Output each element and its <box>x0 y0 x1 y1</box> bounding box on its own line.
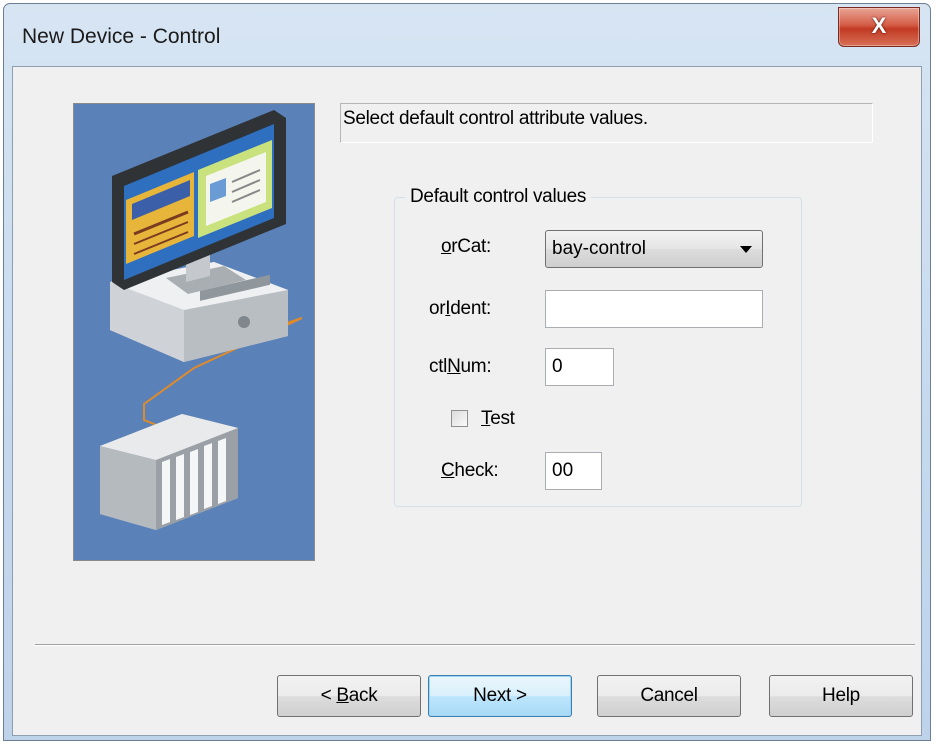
description-panel: Select default control attribute values. <box>340 103 873 143</box>
back-button[interactable]: < Back <box>277 675 421 717</box>
help-button[interactable]: Help <box>769 675 913 717</box>
orcat-selected-value: bay-control <box>552 238 646 259</box>
orident-label: orIdent: <box>429 298 492 319</box>
ctlnum-label: ctlNum: <box>429 356 492 377</box>
orcat-dropdown[interactable]: bay-control <box>545 230 763 268</box>
dialog-window: New Device - Control X Select default co… <box>3 3 931 741</box>
test-label[interactable]: Test <box>481 408 515 430</box>
cancel-button[interactable]: Cancel <box>597 675 741 717</box>
close-button[interactable]: X <box>838 7 920 47</box>
description-text: Select default control attribute values. <box>343 108 648 129</box>
orident-input[interactable] <box>546 291 762 327</box>
ctlnum-input[interactable] <box>546 349 613 385</box>
test-checkbox[interactable] <box>451 410 468 427</box>
default-control-values-group: Default control values orCat: bay-contro… <box>394 186 802 507</box>
ctlnum-field[interactable] <box>545 348 614 386</box>
close-icon: X <box>871 13 887 38</box>
check-field[interactable] <box>545 452 602 490</box>
dialog-client-area: Select default control attribute values.… <box>12 66 922 736</box>
button-separator <box>35 644 915 646</box>
computer-and-plc-illustration <box>74 104 314 560</box>
group-title: Default control values <box>405 186 592 208</box>
check-label: Check: <box>441 460 499 481</box>
orident-field[interactable] <box>545 290 763 328</box>
window-title: New Device - Control <box>22 25 221 48</box>
orcat-label: orCat: <box>441 236 491 257</box>
wizard-illustration <box>73 103 315 561</box>
check-input[interactable] <box>546 453 601 489</box>
chevron-down-icon <box>740 246 752 253</box>
next-button[interactable]: Next > <box>428 675 572 717</box>
title-bar[interactable]: New Device - Control X <box>4 4 930 66</box>
